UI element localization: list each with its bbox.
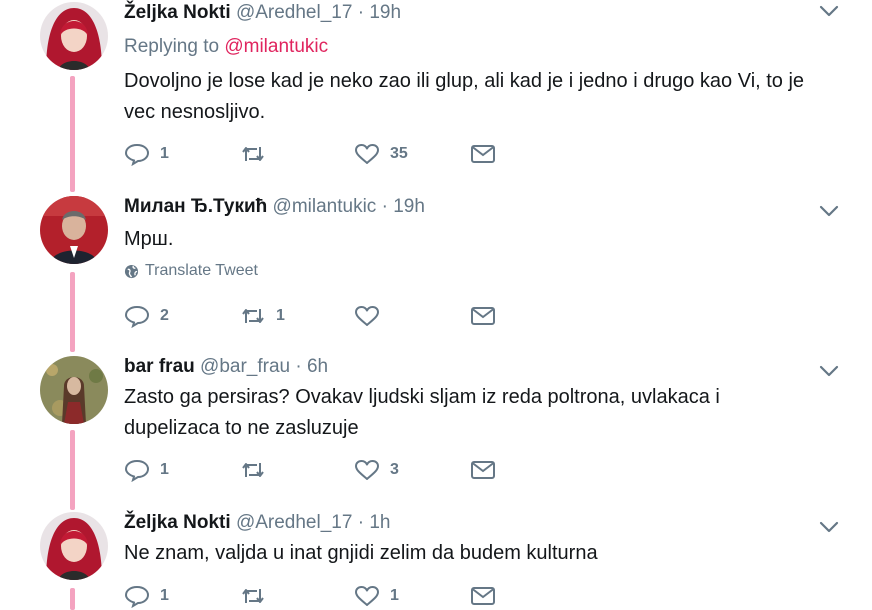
reply-button[interactable]: 1 [124, 142, 169, 166]
tweet[interactable]: Željka Nokti @Aredhel_17 · 19h Replying … [0, 0, 872, 190]
direct-message-icon [471, 461, 495, 479]
avatar-image [40, 356, 108, 424]
user-handle[interactable]: @milantukic [273, 196, 377, 217]
reply-icon [124, 305, 150, 328]
globe-icon [124, 264, 139, 278]
separator-dot: · [295, 356, 302, 377]
retweet-icon [242, 309, 264, 323]
direct-message-icon [471, 145, 495, 163]
avatar-image [40, 512, 108, 580]
like-button[interactable] [354, 304, 390, 328]
tweet[interactable]: Željka Nokti @Aredhel_17 · 1h Ne znam, v… [0, 510, 872, 610]
avatar[interactable] [40, 512, 108, 580]
retweet-icon [242, 589, 264, 603]
like-icon [355, 460, 379, 480]
retweet-count: 1 [276, 307, 285, 324]
separator-dot: · [357, 2, 365, 23]
retweet-button[interactable] [240, 584, 276, 608]
display-name[interactable]: Željka Nokti [124, 2, 231, 23]
retweet-button[interactable] [240, 142, 276, 166]
tweet-header: Željka Nokti @Aredhel_17 · 19h [124, 1, 401, 25]
replying-to: Replying to @milantukic [124, 36, 328, 58]
like-count: 35 [390, 145, 408, 162]
user-handle[interactable]: @Aredhel_17 [236, 2, 352, 23]
tweet-header: bar frau @bar_frau · 6h [124, 355, 328, 379]
like-button[interactable]: 35 [354, 142, 408, 166]
retweet-button[interactable] [240, 458, 276, 482]
tweet-actions: 1 1 [124, 584, 524, 610]
display-name[interactable]: Željka Nokti [124, 512, 231, 533]
avatar[interactable] [40, 2, 108, 70]
reply-button[interactable]: 1 [124, 584, 169, 608]
timestamp[interactable]: 1h [369, 512, 390, 533]
like-button[interactable]: 3 [354, 458, 399, 482]
like-button[interactable]: 1 [354, 584, 399, 608]
tweet[interactable]: Милан Ђ.Тукић @milantukic · 19h Мрш. Tra… [0, 194, 872, 344]
reply-count: 1 [160, 587, 169, 604]
like-count: 1 [390, 587, 399, 604]
separator-dot: · [381, 196, 388, 217]
avatar-image [40, 196, 108, 264]
timestamp[interactable]: 6h [307, 356, 328, 377]
direct-message-button[interactable] [470, 458, 496, 482]
tweet-text: Мрш. [124, 228, 174, 250]
translate-label: Translate Tweet [145, 262, 258, 279]
tweet-header: Милан Ђ.Тукић @milantukic · 19h [124, 195, 425, 219]
tweet-text: Ne znam, valjda u inat gnjidi zelim da b… [124, 542, 598, 564]
reply-icon [124, 585, 150, 608]
timestamp[interactable]: 19h [369, 2, 401, 23]
user-handle[interactable]: @Aredhel_17 [236, 512, 352, 533]
direct-message-button[interactable] [470, 304, 496, 328]
reply-button[interactable]: 2 [124, 304, 169, 328]
display-name[interactable]: Милан Ђ.Тукић [124, 196, 267, 217]
separator-dot: · [357, 512, 365, 533]
tweet-text: Dovoljno je lose kad je neko zao ili glu… [124, 70, 805, 123]
tweet-actions: 1 35 [124, 142, 524, 168]
like-icon [355, 586, 379, 606]
reply-count: 2 [160, 307, 169, 324]
mention-link[interactable]: @milantukic [224, 36, 328, 57]
retweet-button[interactable]: 1 [240, 304, 285, 328]
like-icon [355, 144, 379, 164]
chevron-down-icon[interactable] [818, 4, 840, 18]
tweet-actions: 1 3 [124, 458, 524, 484]
chevron-down-icon[interactable] [818, 204, 840, 218]
chevron-down-icon[interactable] [818, 364, 840, 378]
user-handle[interactable]: @bar_frau [200, 356, 290, 377]
direct-message-button[interactable] [470, 142, 496, 166]
avatar[interactable] [40, 356, 108, 424]
timestamp[interactable]: 19h [393, 196, 425, 217]
reply-count: 1 [160, 461, 169, 478]
reply-icon [124, 143, 150, 166]
tweet-actions: 2 1 [124, 304, 524, 330]
tweet-header: Željka Nokti @Aredhel_17 · 1h [124, 511, 390, 535]
reply-count: 1 [160, 145, 169, 162]
direct-message-icon [471, 587, 495, 605]
like-icon [355, 306, 379, 326]
reply-button[interactable]: 1 [124, 458, 169, 482]
avatar-image [40, 2, 108, 70]
retweet-icon [242, 463, 264, 477]
direct-message-icon [471, 307, 495, 325]
direct-message-button[interactable] [470, 584, 496, 608]
like-count: 3 [390, 461, 399, 478]
display-name[interactable]: bar frau [124, 356, 195, 377]
replying-prefix: Replying to [124, 36, 220, 57]
tweet-text: Zasto ga persiras? Ovakav ljudski sljam … [124, 386, 720, 439]
chevron-down-icon[interactable] [818, 520, 840, 534]
retweet-icon [242, 147, 264, 161]
avatar[interactable] [40, 196, 108, 264]
translate-tweet-link[interactable]: Translate Tweet [124, 262, 258, 280]
reply-icon [124, 459, 150, 482]
tweet[interactable]: bar frau @bar_frau · 6h Zasto ga persira… [0, 354, 872, 494]
